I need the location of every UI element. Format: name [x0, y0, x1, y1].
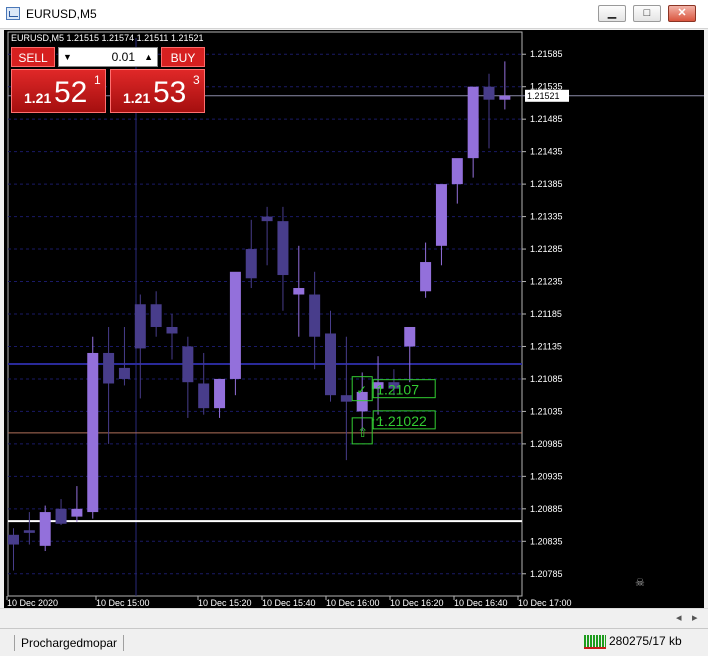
candle-body	[309, 294, 321, 337]
trade-levels-icon: ☠	[635, 577, 645, 589]
candle-body	[499, 95, 511, 100]
candle-body	[118, 367, 130, 379]
price-tick-label: 1.21085	[530, 374, 563, 384]
traffic-text: 280275/17 kb	[609, 634, 682, 648]
price-tick-label: 1.21435	[530, 147, 563, 157]
price-tick-label: 1.20885	[530, 504, 563, 514]
time-tick-label: 10 Dec 15:20	[198, 598, 252, 608]
candle-body	[103, 352, 115, 384]
candle-body	[325, 333, 336, 396]
candle-body	[435, 184, 447, 246]
lot-size-value[interactable]: 0.01	[112, 48, 135, 66]
lot-increase-icon[interactable]: ▲	[144, 48, 153, 66]
status-bar: Prochargedmopar 280275/17 kb	[0, 628, 708, 656]
scroll-right-icon[interactable]: ▸	[692, 611, 698, 624]
candlestick-chart[interactable]: EURUSD,M5 1.21515 1.21574 1.21511 1.2152…	[4, 30, 704, 608]
price-tick-label: 1.21135	[530, 341, 562, 351]
candle-body	[293, 288, 305, 295]
candle-body	[214, 378, 226, 409]
sell-price-pips: 52	[54, 76, 88, 109]
buy-check-icon: ✓	[356, 383, 367, 398]
candle-body	[483, 86, 495, 100]
maximize-button[interactable]: □	[633, 5, 661, 22]
candle-body	[8, 534, 19, 545]
buy-price-button[interactable]: 1.21 53 3	[110, 69, 205, 113]
candle-body	[404, 326, 416, 347]
sell-price-prefix: 1.21	[24, 90, 52, 106]
candle-body	[150, 304, 162, 327]
buy-arrow-icon: ⇧	[357, 425, 368, 440]
time-tick-label: 10 Dec 16:40	[454, 598, 508, 608]
sell-price-fraction: 1	[94, 73, 101, 87]
price-tick-label: 1.21035	[530, 406, 563, 416]
candle-body	[261, 216, 273, 222]
horizontal-scrollbar[interactable]: ◂ ▸	[0, 608, 708, 629]
price-tick-label: 1.21385	[530, 179, 563, 189]
close-button[interactable]: ✕	[668, 5, 696, 22]
buy-price-fraction: 3	[193, 73, 200, 87]
price-tick-label: 1.20935	[530, 471, 563, 481]
candle-body	[420, 262, 432, 292]
price-tick-label: 1.21185	[530, 309, 562, 319]
buy-button[interactable]: BUY	[161, 47, 205, 67]
candle-body	[277, 221, 289, 276]
price-tick-label: 1.21485	[530, 114, 563, 124]
minimize-button[interactable]: ▁	[598, 5, 626, 22]
price-tick-label: 1.21285	[530, 244, 563, 254]
time-tick-label: 10 Dec 15:40	[262, 598, 316, 608]
chart-header-text: EURUSD,M5 1.21515 1.21574 1.21511 1.2152…	[11, 33, 203, 43]
candle-body	[340, 395, 352, 402]
candle-body	[467, 86, 479, 159]
chart-area[interactable]: EURUSD,M5 1.21515 1.21574 1.21511 1.2152…	[4, 30, 704, 608]
order-price-label: 1.2107	[376, 382, 419, 398]
profile-name: Prochargedmopar	[14, 635, 125, 651]
candle-body	[134, 304, 146, 349]
chart-window-icon	[6, 7, 20, 20]
one-click-trading-panel: SELL ▼ 0.01 ▲ BUY 1.21 52 1 1.21 53 3	[11, 47, 207, 113]
candle-body	[245, 249, 257, 279]
candle-body	[198, 383, 210, 409]
candle-body	[87, 352, 99, 513]
sell-button[interactable]: SELL	[11, 47, 55, 67]
price-tick-label: 1.20835	[530, 536, 563, 546]
candle-body	[23, 530, 35, 533]
order-price-label: 1.21022	[376, 413, 427, 429]
scroll-left-icon[interactable]: ◂	[676, 611, 682, 624]
candle-body	[229, 271, 241, 379]
price-tick-label: 1.21335	[530, 212, 563, 222]
candle-body	[182, 346, 194, 383]
window-titlebar: EURUSD,M5 ▁ □ ✕	[0, 0, 708, 29]
sell-price-button[interactable]: 1.21 52 1	[11, 69, 106, 113]
window-title: EURUSD,M5	[26, 7, 97, 21]
price-tick-label: 1.20785	[530, 569, 563, 579]
time-tick-label: 10 Dec 15:00	[96, 598, 150, 608]
time-tick-label: 10 Dec 17:00	[518, 598, 572, 608]
time-tick-label: 10 Dec 2020	[7, 598, 58, 608]
buy-price-pips: 53	[153, 76, 187, 109]
price-tick-label: 1.20985	[530, 439, 563, 449]
price-tick-label: 1.21235	[530, 277, 563, 287]
plot-border	[7, 31, 523, 597]
connection-status: 280275/17 kb	[584, 634, 682, 649]
candle-body	[166, 326, 178, 334]
lot-decrease-icon[interactable]: ▼	[63, 48, 72, 66]
connection-bars-icon	[584, 634, 606, 649]
buy-price-prefix: 1.21	[123, 90, 151, 106]
candle-body	[451, 158, 463, 185]
time-tick-label: 10 Dec 16:20	[390, 598, 444, 608]
candle-body	[55, 508, 67, 524]
lot-size-stepper[interactable]: ▼ 0.01 ▲	[58, 47, 158, 67]
price-tick-label: 1.21585	[530, 49, 563, 59]
current-price-label: 1.21521	[527, 91, 560, 101]
candle-body	[39, 512, 51, 546]
time-tick-label: 10 Dec 16:00	[326, 598, 380, 608]
candle-body	[71, 508, 83, 517]
